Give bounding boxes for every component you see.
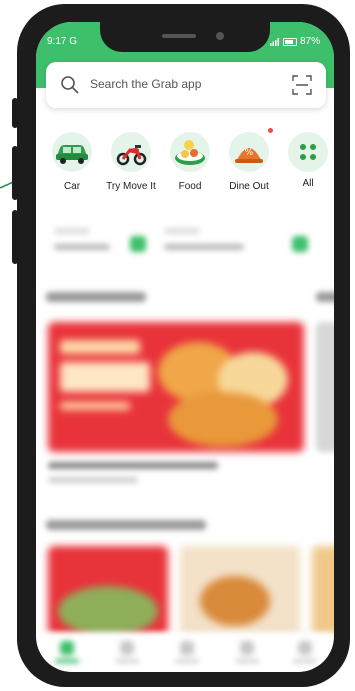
notch xyxy=(100,22,270,52)
car-icon xyxy=(56,145,88,164)
activity-icon[interactable] xyxy=(120,641,134,655)
home-icon[interactable] xyxy=(60,641,74,655)
promo-banner-next[interactable] xyxy=(316,322,334,452)
svg-text:%: % xyxy=(245,148,254,158)
status-time: 9:17 G xyxy=(47,36,78,47)
messages-icon[interactable] xyxy=(240,641,254,655)
battery-icon xyxy=(282,37,297,46)
promo-banner[interactable] xyxy=(48,322,304,452)
service-shortcuts: Car Try Move It Food % Dine Out All xyxy=(36,132,334,202)
battery-percent: 87% xyxy=(299,36,320,47)
search-input[interactable]: Search the Grab app xyxy=(90,77,201,91)
restaurant-card[interactable] xyxy=(312,546,334,636)
battery-indicator: 87% xyxy=(269,36,320,47)
shortcut-label: All xyxy=(302,178,314,189)
restaurant-card[interactable] xyxy=(180,546,300,636)
food-icon xyxy=(175,140,205,165)
search-icon xyxy=(61,76,79,94)
section-title xyxy=(46,520,206,530)
app-screen: 9:17 G 87% Search the Grab app Car Try M… xyxy=(36,22,334,672)
restaurant-card[interactable] xyxy=(48,546,168,636)
section-title xyxy=(316,292,334,302)
bottom-navigation xyxy=(36,632,334,672)
section-title xyxy=(46,292,146,302)
front-camera xyxy=(216,32,224,40)
payment-icon[interactable] xyxy=(180,641,194,655)
search-bar[interactable]: Search the Grab app xyxy=(46,62,326,108)
scan-icon[interactable] xyxy=(292,75,312,95)
dine-out-icon: % xyxy=(235,148,263,163)
banner-caption xyxy=(48,462,218,469)
shortcut-all[interactable]: All xyxy=(272,132,334,189)
banner-subcaption xyxy=(48,477,138,483)
speaker xyxy=(162,34,196,38)
account-icon[interactable] xyxy=(298,641,312,655)
all-grid-icon xyxy=(300,144,316,160)
signal-icon xyxy=(269,37,279,46)
wallet-summary-row[interactable] xyxy=(46,222,334,258)
motorbike-icon xyxy=(116,145,147,166)
